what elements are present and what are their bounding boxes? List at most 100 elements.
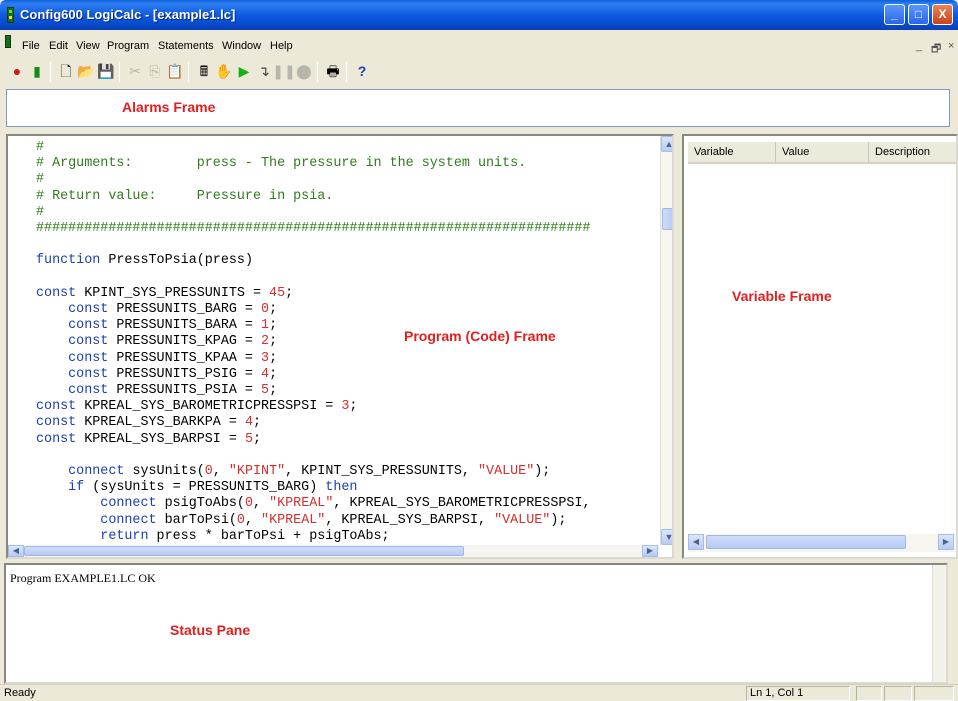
scroll-left-icon[interactable]: ◀ bbox=[688, 534, 704, 550]
run-icon[interactable]: ▶ bbox=[235, 62, 253, 80]
code-line[interactable]: const PRESSUNITS_BARG = 0; bbox=[36, 302, 277, 317]
code-token: const bbox=[36, 399, 77, 415]
menu-file[interactable]: File bbox=[22, 40, 40, 52]
code-line[interactable]: function PressToPsia(press) bbox=[36, 253, 253, 268]
code-token: 0 bbox=[244, 496, 253, 512]
code-line[interactable]: # Arguments: press - The pressure in the… bbox=[36, 156, 526, 171]
variable-frame[interactable]: Variable Value Description ◀ ▶ bbox=[682, 134, 958, 559]
code-token: 0 bbox=[204, 464, 213, 479]
code-line[interactable]: # Return value: Pressure in psia. bbox=[36, 189, 333, 204]
code-token: const bbox=[36, 431, 77, 447]
code-horizontal-scrollbar[interactable]: ◀ ▶ bbox=[8, 545, 660, 557]
code-token: ; bbox=[269, 350, 278, 366]
scroll-right-icon[interactable]: ▶ bbox=[938, 534, 954, 550]
code-line[interactable]: connect barToPsi(0, "KPREAL", KPREAL_SYS… bbox=[36, 513, 566, 528]
scroll-left-icon[interactable]: ◀ bbox=[8, 545, 24, 557]
status-pane[interactable]: Program EXAMPLE1.LC OK bbox=[4, 563, 948, 684]
close-button[interactable]: X bbox=[932, 4, 953, 25]
calculator-icon[interactable]: 🖩 bbox=[195, 62, 213, 80]
scroll-thumb[interactable] bbox=[706, 535, 906, 549]
status-panel bbox=[914, 686, 954, 701]
code-token: PressToPsia(press) bbox=[100, 253, 253, 269]
code-line[interactable]: # bbox=[36, 205, 44, 220]
menu-program[interactable]: Program bbox=[107, 40, 149, 52]
new-file-icon[interactable]: 🗋 bbox=[57, 62, 75, 80]
code-line[interactable]: const PRESSUNITS_KPAG = 2; bbox=[36, 334, 277, 349]
scroll-thumb[interactable] bbox=[662, 208, 672, 230]
step-icon[interactable]: ↴ bbox=[255, 62, 273, 80]
code-line[interactable]: const KPINT_SYS_PRESSUNITS = 45; bbox=[36, 286, 293, 301]
menu-statements[interactable]: Statements bbox=[158, 40, 214, 52]
copy-icon[interactable]: ⎘ bbox=[146, 62, 164, 80]
code-token: return bbox=[36, 528, 149, 544]
column-variable[interactable]: Variable bbox=[688, 142, 776, 162]
menu-window[interactable]: Window bbox=[222, 40, 261, 52]
scroll-down-icon[interactable]: ▼ bbox=[661, 529, 672, 545]
code-vertical-scrollbar[interactable]: ▲ ▼ bbox=[660, 136, 672, 545]
code-token: KPREAL_SYS_BARKPA = bbox=[76, 415, 245, 431]
code-token: ; bbox=[269, 334, 278, 350]
connect-icon[interactable]: ● bbox=[8, 62, 26, 80]
paste-icon[interactable]: 📋 bbox=[166, 62, 184, 80]
code-token: , bbox=[244, 512, 262, 528]
code-token: PRESSUNITS_BARA = bbox=[108, 318, 262, 334]
code-token: ; bbox=[252, 431, 262, 447]
print-icon[interactable]: 🖶 bbox=[324, 62, 342, 80]
scroll-right-icon[interactable]: ▶ bbox=[642, 545, 658, 557]
code-line[interactable]: # bbox=[36, 172, 44, 187]
code-token: 0 bbox=[261, 302, 270, 317]
code-token: (sysUnits = PRESSUNITS_BARG) bbox=[84, 480, 326, 496]
code-line[interactable]: const PRESSUNITS_KPAA = 3; bbox=[36, 351, 277, 366]
code-line[interactable]: if (sysUnits = PRESSUNITS_BARG) then bbox=[36, 480, 357, 495]
status-scrollbar[interactable] bbox=[932, 565, 946, 682]
window-title: Config600 LogiCalc - [example1.lc] bbox=[20, 7, 236, 22]
menu-help[interactable]: Help bbox=[270, 40, 293, 52]
help-icon[interactable]: ? bbox=[353, 62, 371, 80]
code-editor[interactable]: # # Arguments: press - The pressure in th… bbox=[6, 134, 674, 559]
pause-icon[interactable]: ❚❚ bbox=[272, 62, 295, 80]
scroll-up-icon[interactable]: ▲ bbox=[661, 136, 672, 152]
menu-view[interactable]: View bbox=[76, 40, 100, 52]
mdi-close-button[interactable]: × bbox=[948, 40, 954, 52]
title-bar[interactable]: Config600 LogiCalc - [example1.lc] _ □ X bbox=[0, 0, 958, 30]
code-line[interactable]: connect sysUnits(0, "KPINT", KPINT_SYS_P… bbox=[36, 464, 550, 479]
code-line[interactable]: const KPREAL_SYS_BARKPA = 4; bbox=[36, 415, 261, 430]
code-line[interactable]: return press * barToPsi + psigToAbs; bbox=[36, 528, 390, 544]
code-line[interactable]: # bbox=[36, 140, 44, 155]
code-token: const bbox=[36, 318, 109, 334]
disconnect-icon[interactable]: ▮ bbox=[28, 62, 46, 80]
code-line[interactable]: const PRESSUNITS_PSIA = 5; bbox=[36, 383, 277, 398]
code-token: connect bbox=[36, 464, 125, 479]
stop-icon[interactable]: ⬤ bbox=[295, 62, 313, 80]
code-token: ; bbox=[269, 366, 278, 382]
hand-icon[interactable]: ✋ bbox=[215, 62, 233, 80]
code-token: function bbox=[36, 253, 101, 269]
maximize-button[interactable]: □ bbox=[908, 4, 929, 25]
open-folder-icon[interactable]: 📂 bbox=[77, 62, 95, 80]
code-line[interactable]: const PRESSUNITS_PSIG = 4; bbox=[36, 367, 277, 382]
document-icon[interactable] bbox=[5, 35, 11, 48]
save-icon[interactable]: 💾 bbox=[97, 62, 115, 80]
code-line[interactable]: connect psigToAbs(0, "KPREAL", KPREAL_SY… bbox=[36, 496, 590, 512]
scroll-thumb[interactable] bbox=[24, 546, 464, 556]
code-line[interactable]: ########################################… bbox=[36, 221, 590, 236]
code-token: # Arguments: press - The pressure in the… bbox=[36, 156, 527, 172]
cut-icon[interactable]: ✂ bbox=[126, 62, 144, 80]
variable-frame-label: Variable Frame bbox=[732, 288, 832, 304]
code-line[interactable]: const PRESSUNITS_BARA = 1; bbox=[36, 318, 277, 333]
column-value[interactable]: Value bbox=[776, 142, 869, 162]
mdi-minimize-button[interactable]: _ bbox=[916, 40, 922, 52]
column-description[interactable]: Description bbox=[869, 142, 956, 162]
code-token: const bbox=[36, 285, 77, 301]
code-token: press * barToPsi + psigToAbs; bbox=[148, 528, 390, 544]
code-token: , bbox=[253, 496, 270, 512]
code-line[interactable]: const KPREAL_SYS_BARPSI = 5; bbox=[36, 432, 261, 447]
mdi-restore-button[interactable]: 🗗 bbox=[931, 40, 941, 59]
menu-edit[interactable]: Edit bbox=[49, 40, 68, 52]
variable-horizontal-scrollbar[interactable]: ◀ ▶ bbox=[688, 534, 956, 552]
code-token: connect bbox=[36, 512, 157, 528]
minimize-button[interactable]: _ bbox=[884, 4, 905, 25]
code-token: 5 bbox=[261, 383, 270, 398]
pane-splitter[interactable] bbox=[674, 134, 682, 559]
code-line[interactable]: const KPREAL_SYS_BAROMETRICPRESSPSI = 3; bbox=[36, 399, 357, 414]
